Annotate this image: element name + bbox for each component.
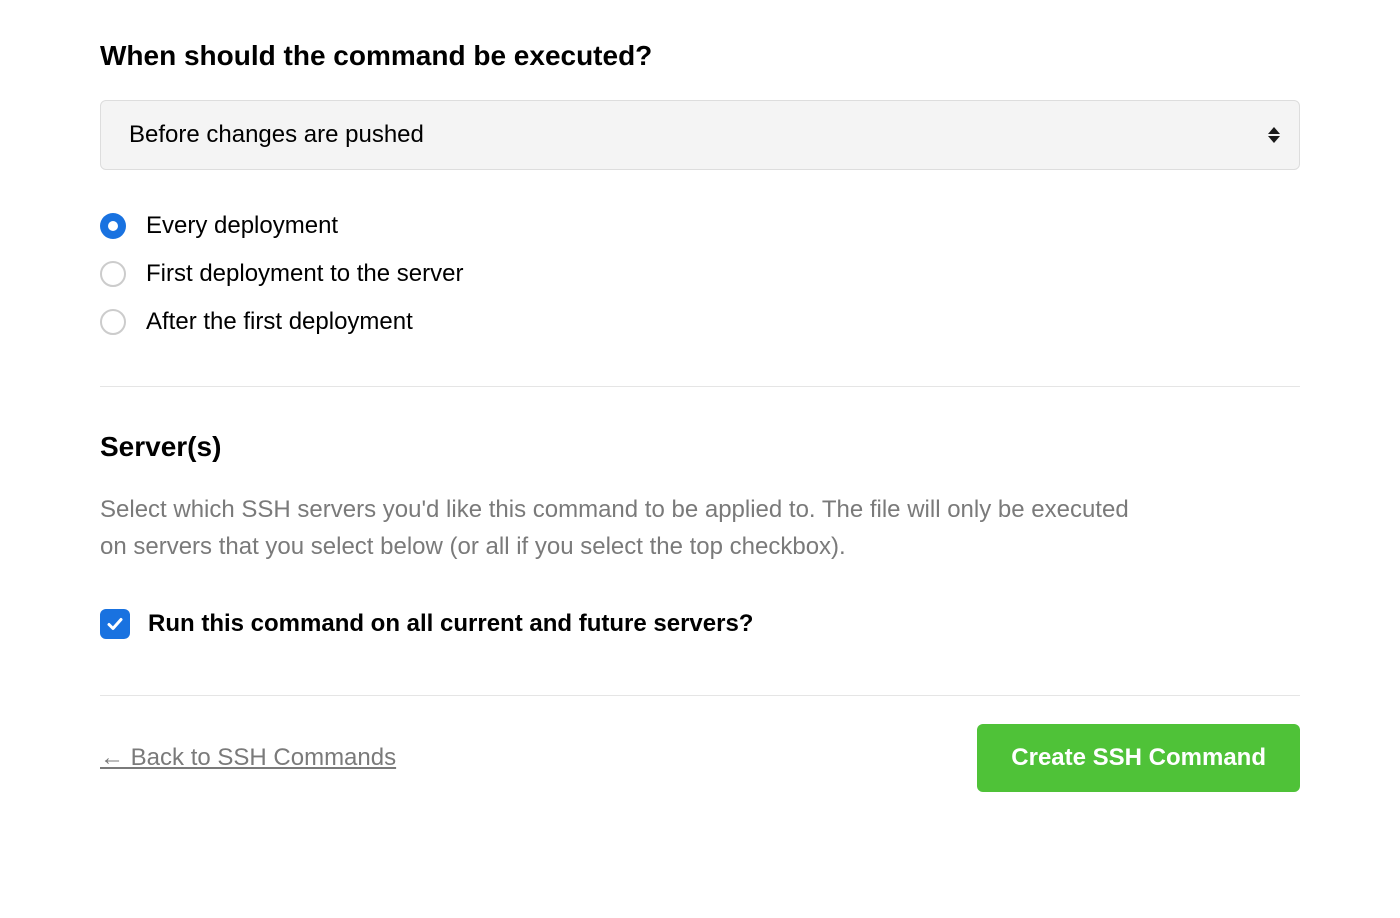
radio-option-after-first-deployment[interactable]: After the first deployment: [100, 308, 1300, 336]
create-ssh-command-button[interactable]: Create SSH Command: [977, 724, 1300, 792]
footer: ← Back to SSH Commands Create SSH Comman…: [100, 724, 1300, 792]
timing-select[interactable]: Before changes are pushed: [100, 100, 1300, 170]
radio-icon: [100, 213, 126, 239]
radio-label: Every deployment: [146, 212, 338, 240]
radio-icon: [100, 261, 126, 287]
radio-label: After the first deployment: [146, 308, 413, 336]
servers-description: Select which SSH servers you'd like this…: [100, 491, 1140, 565]
footer-divider: [100, 695, 1300, 696]
radio-option-every-deployment[interactable]: Every deployment: [100, 212, 1300, 240]
radio-label: First deployment to the server: [146, 260, 463, 288]
back-to-ssh-commands-link[interactable]: ← Back to SSH Commands: [100, 744, 396, 772]
checkbox-label: Run this command on all current and futu…: [148, 610, 753, 638]
checkbox-icon: [100, 609, 130, 639]
radio-option-first-deployment[interactable]: First deployment to the server: [100, 260, 1300, 288]
timing-radio-group: Every deployment First deployment to the…: [100, 212, 1300, 336]
servers-heading: Server(s): [100, 431, 1300, 463]
timing-heading: When should the command be executed?: [100, 40, 1300, 72]
run-on-all-servers-checkbox[interactable]: Run this command on all current and futu…: [100, 609, 1300, 639]
radio-icon: [100, 309, 126, 335]
section-divider: [100, 386, 1300, 387]
timing-select-wrapper[interactable]: Before changes are pushed: [100, 100, 1300, 170]
